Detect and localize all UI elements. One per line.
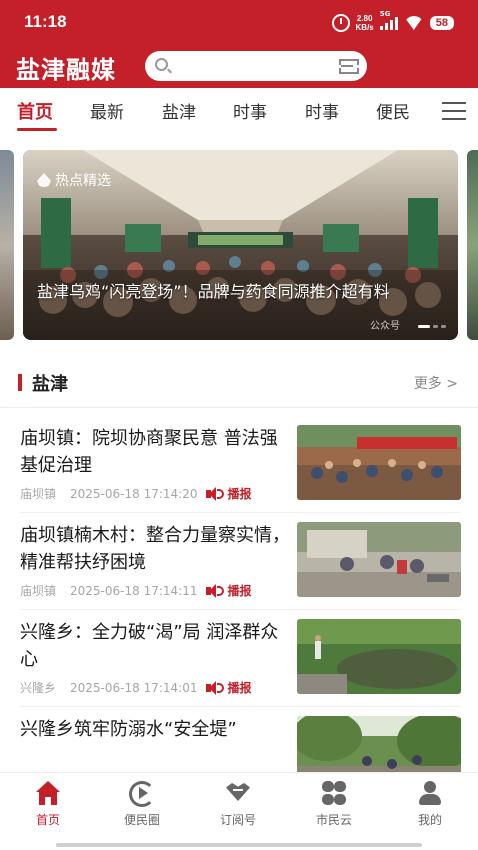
broadcast-button[interactable]: 播报 <box>206 582 251 599</box>
search-input[interactable] <box>145 51 367 81</box>
speaker-icon <box>206 680 225 695</box>
news-meta: 庙坝镇 2025-06-18 17:14:20 播报 <box>20 485 251 502</box>
nav-profile[interactable]: 我的 <box>390 781 470 828</box>
news-thumbnail[interactable] <box>297 619 461 694</box>
more-link[interactable]: 更多 > <box>414 373 458 393</box>
tab-current-affairs[interactable]: 时事 <box>233 98 267 123</box>
nav-citizen-cloud[interactable]: 市民云 <box>294 781 374 828</box>
news-item[interactable]: 庙坝镇：院坝协商聚民意 普法强基促治理 庙坝镇 2025-06-18 17:14… <box>0 425 478 521</box>
news-meta: 兴隆乡 2025-06-18 17:14:01 播报 <box>20 679 251 696</box>
app-title: 盐津融媒 <box>16 56 116 84</box>
banner-prev-peek[interactable] <box>0 150 14 340</box>
news-time: 2025-06-18 17:14:20 <box>70 486 198 501</box>
hero-banner[interactable]: 热点精选 盐津乌鸡“闪亮登场”！品牌与药食同源推介超有料 公众号 <box>23 150 458 340</box>
search-icon <box>155 58 168 71</box>
signal-icon: 5G <box>379 10 398 30</box>
banner-tag-label: 热点精选 <box>55 173 111 189</box>
speaker-icon <box>206 583 225 598</box>
nav-home-label: 首页 <box>35 813 60 827</box>
news-item[interactable]: 兴隆乡：全力破“渴”局 润泽群众心 兴隆乡 2025-06-18 17:14:0… <box>0 619 478 715</box>
banner-pagination <box>418 325 446 328</box>
alarm-icon <box>331 14 350 32</box>
news-meta: 庙坝镇 2025-06-18 17:14:11 播报 <box>20 582 251 599</box>
battery-indicator: 58 <box>429 16 454 30</box>
nav-home[interactable]: 首页 <box>8 781 88 828</box>
news-thumbnail[interactable] <box>297 522 461 597</box>
section-header: 盐津 更多 > <box>0 362 478 402</box>
news-item[interactable]: 庙坝镇楠木村：整合力量察实情，精准帮扶纾困境 庙坝镇 2025-06-18 17… <box>0 522 478 618</box>
scan-icon[interactable] <box>339 59 359 74</box>
status-icons: 2.80 KB/s 5G 58 <box>331 10 454 34</box>
nav-convenience-circle-label: 便民圈 <box>123 813 160 827</box>
play-circle-icon <box>128 781 156 807</box>
net-speed: 2.80 KB/s <box>356 14 374 32</box>
news-title[interactable]: 兴隆乡：全力破“渴”局 润泽群众心 <box>20 619 290 673</box>
banner-caption: 盐津乌鸡“闪亮登场”！品牌与药食同源推介超有料 <box>37 282 390 301</box>
banner-source: 公众号 <box>370 321 400 332</box>
user-icon <box>416 781 444 807</box>
broadcast-button[interactable]: 播报 <box>206 485 251 502</box>
tab-convenience[interactable]: 便民 <box>376 98 410 123</box>
status-bar: 11:18 2.80 KB/s 5G 58 <box>0 0 478 46</box>
speaker-icon <box>206 486 225 501</box>
nav-citizen-cloud-label: 市民云 <box>315 813 352 827</box>
news-time: 2025-06-18 17:14:01 <box>70 680 198 695</box>
broadcast-label: 播报 <box>227 584 252 598</box>
heart-icon <box>224 781 252 807</box>
broadcast-label: 播报 <box>227 487 252 501</box>
gesture-bar[interactable] <box>56 843 422 847</box>
news-time: 2025-06-18 17:14:11 <box>70 583 198 598</box>
signal-label: 5G <box>379 10 391 18</box>
channel-tabs: 首页 最新 盐津 时事 时事 便民 <box>0 88 478 134</box>
nav-convenience-circle[interactable]: 便民圈 <box>102 781 182 828</box>
menu-icon[interactable] <box>442 102 466 120</box>
news-title[interactable]: 兴隆乡筑牢防溺水“安全堤” <box>20 716 290 743</box>
news-title[interactable]: 庙坝镇楠木村：整合力量察实情，精准帮扶纾困境 <box>20 522 290 576</box>
banner-tag: 热点精选 <box>37 170 111 190</box>
fire-icon <box>37 173 51 187</box>
news-source: 庙坝镇 <box>20 584 57 598</box>
broadcast-button[interactable]: 播报 <box>206 679 251 696</box>
nav-profile-label: 我的 <box>417 813 442 827</box>
news-divider <box>20 512 461 513</box>
tab-latest[interactable]: 最新 <box>90 98 124 123</box>
news-thumbnail[interactable] <box>297 425 461 500</box>
app-header: 11:18 2.80 KB/s 5G 58 盐津融媒 <box>0 0 478 88</box>
section-divider <box>0 407 478 408</box>
nav-subscriptions[interactable]: 订阅号 <box>198 781 278 828</box>
tab-home[interactable]: 首页 <box>17 98 53 124</box>
active-tab-indicator <box>17 128 57 131</box>
news-source: 兴隆乡 <box>20 681 57 695</box>
cloud-icon <box>320 781 348 807</box>
tab-yanjin[interactable]: 盐津 <box>162 98 196 123</box>
section-accent-bar <box>18 374 22 391</box>
news-title[interactable]: 庙坝镇：院坝协商聚民意 普法强基促治理 <box>20 425 290 479</box>
section-title: 盐津 <box>32 374 68 395</box>
net-speed-value: 2.80 <box>356 14 373 23</box>
bottom-nav: 首页 便民圈 订阅号 市民云 我的 <box>0 772 478 850</box>
tab-current-affairs-2[interactable]: 时事 <box>305 98 339 123</box>
wifi-icon <box>404 16 424 30</box>
home-icon <box>34 781 62 807</box>
net-speed-unit: KB/s <box>355 23 374 32</box>
banner-next-peek[interactable] <box>467 150 478 340</box>
status-time: 11:18 <box>24 12 67 31</box>
news-divider <box>20 609 461 610</box>
broadcast-label: 播报 <box>227 681 252 695</box>
news-divider <box>20 706 461 707</box>
nav-subscriptions-label: 订阅号 <box>219 813 256 827</box>
news-source: 庙坝镇 <box>20 487 57 501</box>
